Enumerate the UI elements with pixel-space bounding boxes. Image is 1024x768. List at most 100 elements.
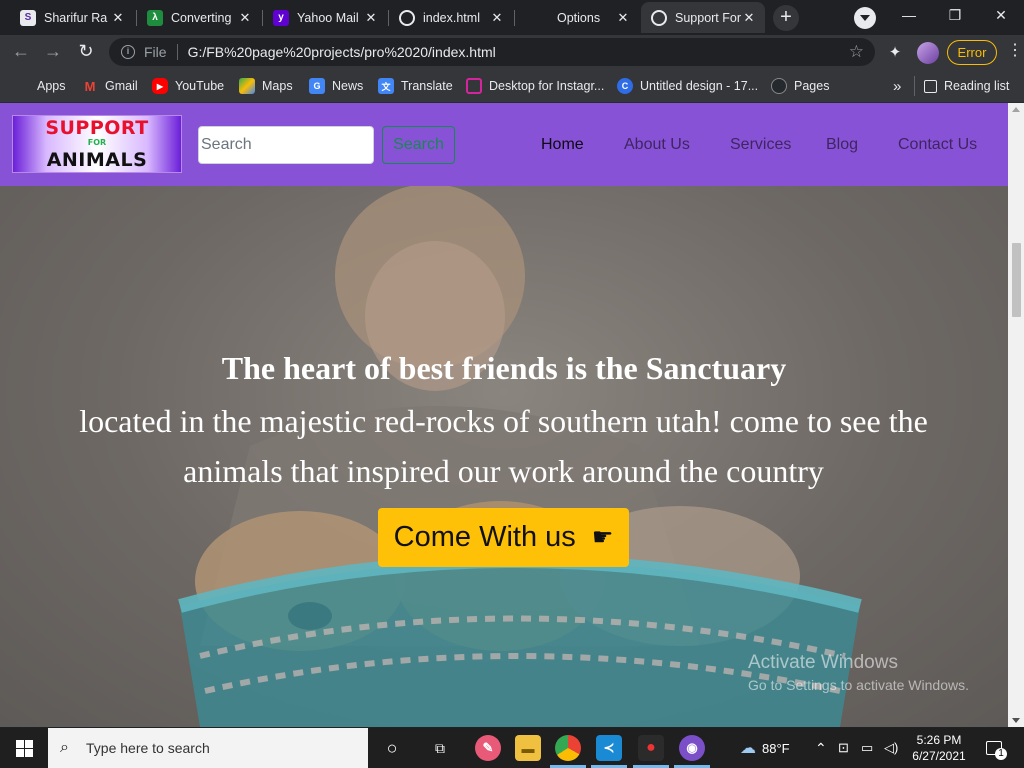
- profile-avatar[interactable]: [917, 42, 939, 64]
- maximize-button[interactable]: ❐: [932, 0, 978, 32]
- volume-icon[interactable]: ◁): [884, 728, 898, 768]
- canva-icon: C: [617, 78, 633, 94]
- tab-support-for-animals[interactable]: Support For ✕: [641, 2, 765, 33]
- tab-sharifur[interactable]: S Sharifur Ra ✕: [10, 2, 134, 33]
- logo-line-for: FOR: [87, 138, 107, 147]
- tab-options[interactable]: Options ✕: [515, 2, 639, 33]
- forward-arrow-icon[interactable]: →: [40, 39, 66, 65]
- reading-list-label: Reading list: [944, 79, 1010, 93]
- tab-search-icon[interactable]: [854, 7, 876, 29]
- button-label: Come With us: [393, 521, 576, 553]
- pointing-hand-icon: ☛: [591, 524, 614, 551]
- gmail-icon: M: [84, 78, 96, 94]
- github-desktop-icon[interactable]: ◉: [679, 735, 705, 761]
- cloud-sun-icon: ☁: [740, 740, 756, 757]
- close-tab-icon[interactable]: ✕: [363, 10, 379, 26]
- nav-link-home[interactable]: Home: [541, 136, 584, 154]
- close-tab-icon[interactable]: ✕: [489, 10, 505, 26]
- tab-title: index.html: [423, 10, 480, 25]
- taskbar-search-box[interactable]: ⌕ Type here to search: [48, 728, 368, 768]
- tab-converting[interactable]: λ Converting ✕: [137, 2, 261, 33]
- nav-link-blog[interactable]: Blog: [826, 136, 858, 154]
- nav-link-about-us[interactable]: About Us: [624, 136, 690, 154]
- bookmark-label: Desktop for Instagr...: [489, 79, 605, 93]
- bookmark-apps[interactable]: Apps: [14, 76, 66, 96]
- site-search-button[interactable]: Search: [382, 126, 455, 164]
- globe-favicon-icon: [651, 9, 667, 26]
- file-explorer-icon[interactable]: ▬: [515, 735, 541, 761]
- chrome-icon[interactable]: [555, 735, 581, 761]
- tab-index-html[interactable]: index.html ✕: [389, 2, 513, 33]
- nav-link-services[interactable]: Services: [730, 136, 791, 154]
- clock[interactable]: 5:26 PM 6/27/2021: [910, 728, 968, 768]
- yahoo-favicon-icon: y: [273, 9, 289, 26]
- tray-overflow-icon[interactable]: ⌃: [815, 728, 827, 768]
- weather-widget[interactable]: ☁ 88°F: [740, 728, 790, 768]
- bookmark-news[interactable]: G News: [309, 76, 363, 96]
- reading-list-button[interactable]: Reading list: [914, 76, 1009, 96]
- site-logo[interactable]: SUPPORT FOR ANIMALS: [12, 115, 182, 173]
- bookmark-desktop-instagram[interactable]: Desktop for Instagr...: [466, 76, 604, 96]
- close-tab-icon[interactable]: ✕: [237, 10, 253, 26]
- info-icon[interactable]: i: [121, 45, 135, 59]
- bookmark-label: Gmail: [105, 79, 138, 93]
- watermark-subtitle: Go to Settings to activate Windows.: [748, 677, 969, 693]
- tab-strip: S Sharifur Ra ✕ λ Converting ✕ y Yahoo M…: [0, 0, 1024, 35]
- notification-count: 1: [995, 748, 1007, 760]
- hero-section: The heart of best friends is the Sanctua…: [0, 186, 1008, 727]
- tab-yahoo-mail[interactable]: y Yahoo Mail ✕: [263, 2, 387, 33]
- bookmark-star-icon[interactable]: ☆: [849, 42, 864, 62]
- youtube-icon: ▶: [152, 78, 168, 94]
- bookmark-label: Pages: [794, 79, 830, 93]
- github-icon: [771, 78, 787, 94]
- bookmark-maps[interactable]: Maps: [239, 76, 293, 96]
- address-bar[interactable]: i File G:/FB%20page%20projects/pro%2020/…: [109, 38, 875, 66]
- url-text[interactable]: G:/FB%20page%20projects/pro%2020/index.h…: [188, 44, 849, 60]
- cortana-icon[interactable]: ○: [379, 735, 405, 761]
- nav-link-contact-us[interactable]: Contact Us: [898, 136, 977, 154]
- more-menu-icon[interactable]: ⋮: [1007, 43, 1023, 61]
- clock-date: 6/27/2021: [912, 749, 966, 763]
- minimize-button[interactable]: —: [886, 0, 932, 32]
- scroll-up-icon[interactable]: [1012, 107, 1020, 112]
- hero-heading: The heart of best friends is the Sanctua…: [221, 350, 787, 386]
- extensions-puzzle-icon[interactable]: ✦: [886, 43, 904, 61]
- come-with-us-button[interactable]: Come With us ☛: [378, 508, 629, 567]
- bookmark-label: Apps: [37, 79, 66, 93]
- scroll-down-icon[interactable]: [1012, 718, 1020, 723]
- globe-favicon-icon: [399, 9, 415, 26]
- screen-recorder-icon[interactable]: ●: [638, 735, 664, 761]
- instagram-desktop-icon: [466, 78, 482, 94]
- new-tab-button[interactable]: +: [773, 5, 799, 31]
- divider: [176, 44, 178, 60]
- bookmark-translate[interactable]: 文 Translate: [378, 76, 453, 96]
- close-window-button[interactable]: ✕: [978, 0, 1024, 32]
- back-arrow-icon[interactable]: ←: [8, 39, 34, 65]
- reload-icon[interactable]: ↻: [73, 39, 99, 65]
- activate-windows-watermark: Activate Windows Go to Settings to activ…: [748, 652, 969, 693]
- bookmark-untitled-design[interactable]: C Untitled design - 17...: [617, 76, 758, 96]
- notification-center-icon[interactable]: 1: [982, 728, 1007, 768]
- close-tab-icon[interactable]: ✕: [110, 10, 126, 26]
- page-scrollbar[interactable]: [1008, 103, 1024, 727]
- bookmark-youtube[interactable]: ▶ YouTube: [152, 76, 224, 96]
- logo-line-support: SUPPORT: [45, 117, 149, 139]
- error-button[interactable]: Error: [947, 40, 997, 65]
- apps-grid-icon: [14, 78, 30, 94]
- clock-time: 5:26 PM: [916, 733, 962, 747]
- network-icon[interactable]: ▭: [861, 728, 873, 768]
- start-button[interactable]: [0, 728, 48, 768]
- bookmarks-overflow-icon[interactable]: »: [893, 76, 901, 96]
- site-search-input[interactable]: [198, 126, 374, 164]
- tab-title: Yahoo Mail: [297, 10, 359, 25]
- close-tab-icon[interactable]: ✕: [741, 10, 757, 26]
- scrollbar-thumb[interactable]: [1012, 243, 1021, 317]
- vscode-icon[interactable]: ≺: [596, 735, 622, 761]
- bookmark-pages[interactable]: Pages: [771, 76, 829, 96]
- close-tab-icon[interactable]: ✕: [615, 10, 631, 26]
- bookmark-gmail[interactable]: M Gmail: [82, 76, 138, 96]
- paint-app-icon[interactable]: ✎: [475, 735, 501, 761]
- task-view-icon[interactable]: ⧉: [427, 735, 453, 761]
- meet-now-icon[interactable]: ⊡: [838, 728, 849, 768]
- search-icon: ⌕: [60, 739, 69, 756]
